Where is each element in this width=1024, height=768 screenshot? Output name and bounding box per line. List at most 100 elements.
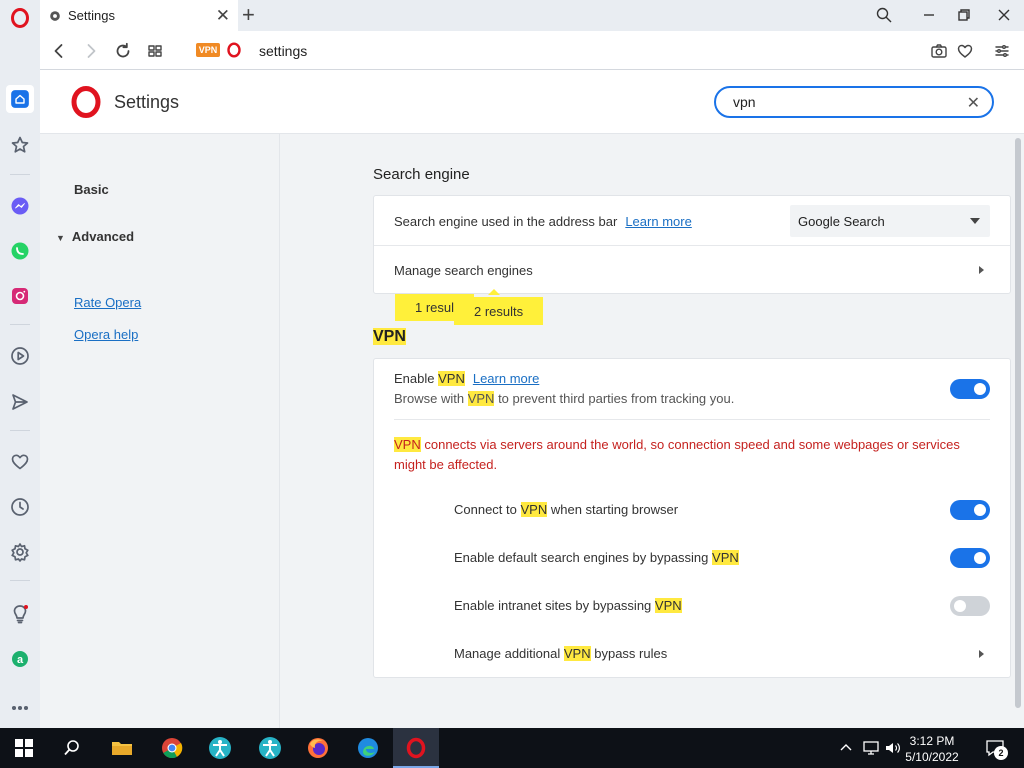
nav-advanced[interactable]: ▼ Advanced <box>56 229 134 244</box>
url-field[interactable]: settings <box>259 43 307 59</box>
nav-basic[interactable]: Basic <box>74 182 109 197</box>
sidebar-whatsapp-button[interactable] <box>6 237 34 265</box>
reload-button[interactable] <box>112 40 134 62</box>
firefox-button[interactable] <box>302 732 334 764</box>
back-arrow-icon <box>54 44 63 58</box>
close-tab-icon[interactable]: ✕ <box>216 6 230 26</box>
vpn-highlight: VPN <box>563 646 591 661</box>
close-icon <box>998 9 1010 21</box>
tab-title: Settings <box>68 8 115 23</box>
instagram-icon <box>12 288 28 304</box>
chrome-button[interactable] <box>156 732 188 764</box>
sidebar-home-button[interactable] <box>6 85 34 113</box>
bypass-search-toggle[interactable] <box>950 548 990 568</box>
opera-logo-icon <box>406 737 426 759</box>
snapshot-button[interactable] <box>928 40 950 62</box>
taskbar-search-button[interactable] <box>56 732 88 764</box>
opera-logo-icon <box>71 86 101 118</box>
opera-taskbar-button[interactable] <box>393 728 439 768</box>
notification-center-button[interactable]: 2 <box>980 732 1010 764</box>
settings-nav: Basic ▼ Advanced Rate Opera Opera help <box>40 134 280 728</box>
scrollbar[interactable] <box>1015 138 1021 708</box>
connect-on-start-toggle[interactable] <box>950 500 990 520</box>
start-button[interactable] <box>8 732 40 764</box>
sidebar-instagram-button[interactable] <box>6 282 34 310</box>
edge-button[interactable] <box>352 732 384 764</box>
new-tab-button[interactable]: + <box>242 2 255 28</box>
sidebar-divider <box>10 174 30 175</box>
sidebar-bookmarks-button[interactable] <box>6 131 34 159</box>
bubble-pointer <box>488 289 500 295</box>
whatsapp-icon <box>11 242 29 260</box>
sidebar-aria-button[interactable]: a <box>6 645 34 673</box>
forward-button[interactable] <box>80 40 102 62</box>
sidebar-divider <box>10 580 30 581</box>
sidebar-settings-button[interactable] <box>6 538 34 566</box>
sidebar-tips-button[interactable] <box>6 600 34 628</box>
nav-advanced-label: Advanced <box>71 229 135 244</box>
accessibility-app-2-button[interactable] <box>254 732 286 764</box>
vpn-highlight: VPN <box>520 502 548 517</box>
rate-opera-link[interactable]: Rate Opera <box>74 295 141 310</box>
dropdown-value: Google Search <box>798 213 885 229</box>
sidebar-player-button[interactable] <box>6 342 34 370</box>
aria-icon: a <box>12 651 28 667</box>
file-explorer-button[interactable] <box>106 732 138 764</box>
sidebar-flow-button[interactable] <box>6 388 34 416</box>
grid-icon <box>148 45 162 57</box>
taskbar: 3:12 PM 5/10/2022 2 <box>0 728 1024 768</box>
connect-on-start-row: Connect to VPN when starting browser <box>454 502 678 517</box>
sidebar-pinboard-button[interactable] <box>6 448 34 476</box>
vpn-highlight: VPN <box>654 598 682 613</box>
divider <box>394 419 990 420</box>
tab-settings[interactable]: Settings ✕ <box>40 0 238 31</box>
sidebar-more-button[interactable] <box>6 694 34 722</box>
notification-count-badge: 2 <box>994 746 1008 760</box>
enable-vpn-toggle[interactable] <box>950 379 990 399</box>
vpn-highlight: VPN <box>467 391 495 406</box>
forward-arrow-icon <box>87 44 96 58</box>
tab-search-button[interactable] <box>874 5 894 25</box>
clock-icon <box>11 498 29 516</box>
bookmark-page-button[interactable] <box>954 40 976 62</box>
network-button[interactable] <box>860 732 882 764</box>
sidebar-history-button[interactable] <box>6 493 34 521</box>
reload-icon <box>116 42 130 58</box>
clear-search-icon[interactable]: ✕ <box>967 93 980 113</box>
search-input[interactable] <box>733 94 953 110</box>
accessibility-icon <box>209 737 231 759</box>
vpn-desc-text: Browse with <box>394 391 465 406</box>
vpn-badge[interactable]: VPN <box>196 43 220 57</box>
enable-vpn-label: Enable <box>394 371 435 386</box>
manage-search-engines-row[interactable]: Manage search engines <box>394 263 990 279</box>
opera-sidebar: a <box>0 0 40 728</box>
easy-setup-button[interactable] <box>991 40 1013 62</box>
close-window-button[interactable] <box>994 5 1014 25</box>
svg-text:a: a <box>17 654 24 666</box>
opera-menu-button[interactable] <box>6 4 34 32</box>
bypass-search-row: Enable default search engines by bypassi… <box>454 550 739 565</box>
vpn-learn-more-link[interactable]: Learn more <box>473 371 539 386</box>
sidebar-divider <box>10 430 30 431</box>
opera-help-link[interactable]: Opera help <box>74 327 138 342</box>
system-clock[interactable]: 3:12 PM 5/10/2022 <box>900 733 964 765</box>
settings-header: Settings ✕ <box>40 70 1024 134</box>
search-engine-dropdown[interactable]: Google Search <box>790 205 990 237</box>
tab-overview-button[interactable] <box>144 40 166 62</box>
manage-bypass-rules-row[interactable]: Manage additional VPN bypass rules <box>454 646 984 662</box>
accessibility-app-button[interactable] <box>204 732 236 764</box>
address-bar: VPN settings <box>40 31 1024 70</box>
back-button[interactable] <box>48 40 70 62</box>
show-hidden-icons-button[interactable] <box>836 732 856 764</box>
search-engine-learn-more-link[interactable]: Learn more <box>625 214 691 229</box>
chrome-icon <box>162 738 183 759</box>
more-dots-icon <box>11 705 29 711</box>
sidebar-messenger-button[interactable] <box>6 192 34 220</box>
settings-search-box[interactable]: ✕ <box>714 86 994 118</box>
player-icon <box>11 347 29 365</box>
connect-on-start-label: Connect to <box>454 502 517 517</box>
clock-time: 3:12 PM <box>909 734 955 748</box>
minimize-button[interactable] <box>919 5 939 25</box>
bypass-intranet-toggle[interactable] <box>950 596 990 616</box>
restore-button[interactable] <box>954 5 974 25</box>
